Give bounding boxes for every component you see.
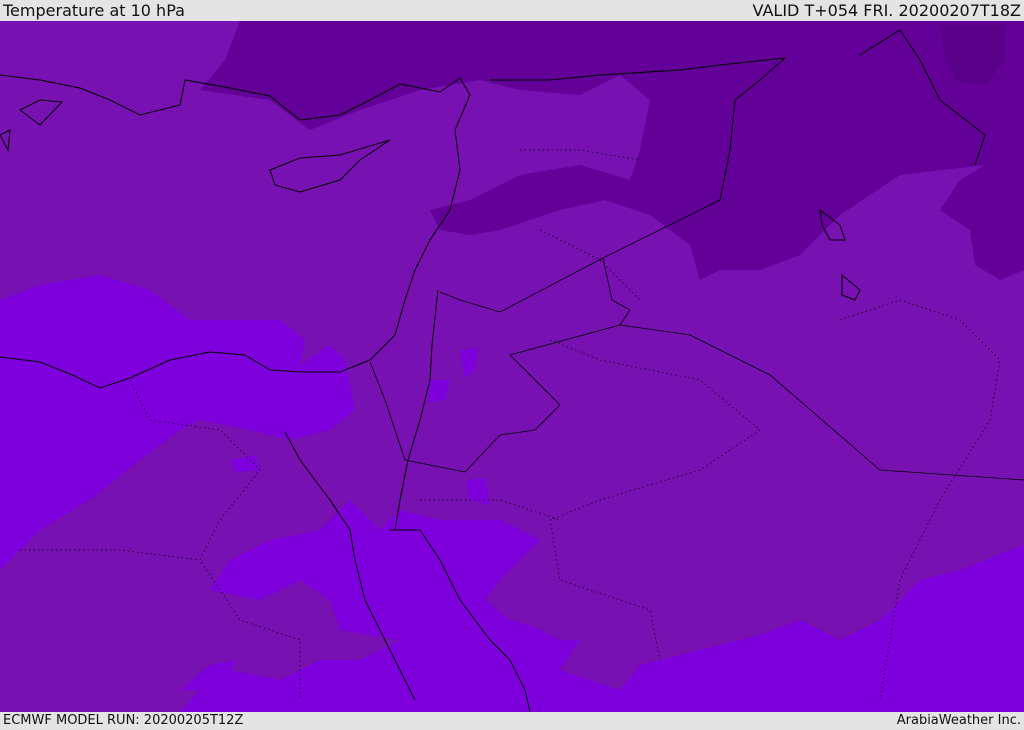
header-bar: Temperature at 10 hPa VALID T+054 FRI. 2… [0, 0, 1024, 21]
model-run: ECMWF MODEL RUN: 20200205T12Z [3, 713, 244, 728]
map-title: Temperature at 10 hPa [3, 1, 185, 20]
footer-bar: ECMWF MODEL RUN: 20200205T12Z ArabiaWeat… [0, 712, 1024, 729]
credit: ArabiaWeather Inc. [896, 713, 1021, 728]
valid-time: VALID T+054 FRI. 20200207T18Z [752, 1, 1021, 20]
temperature-map[interactable] [0, 21, 1024, 712]
